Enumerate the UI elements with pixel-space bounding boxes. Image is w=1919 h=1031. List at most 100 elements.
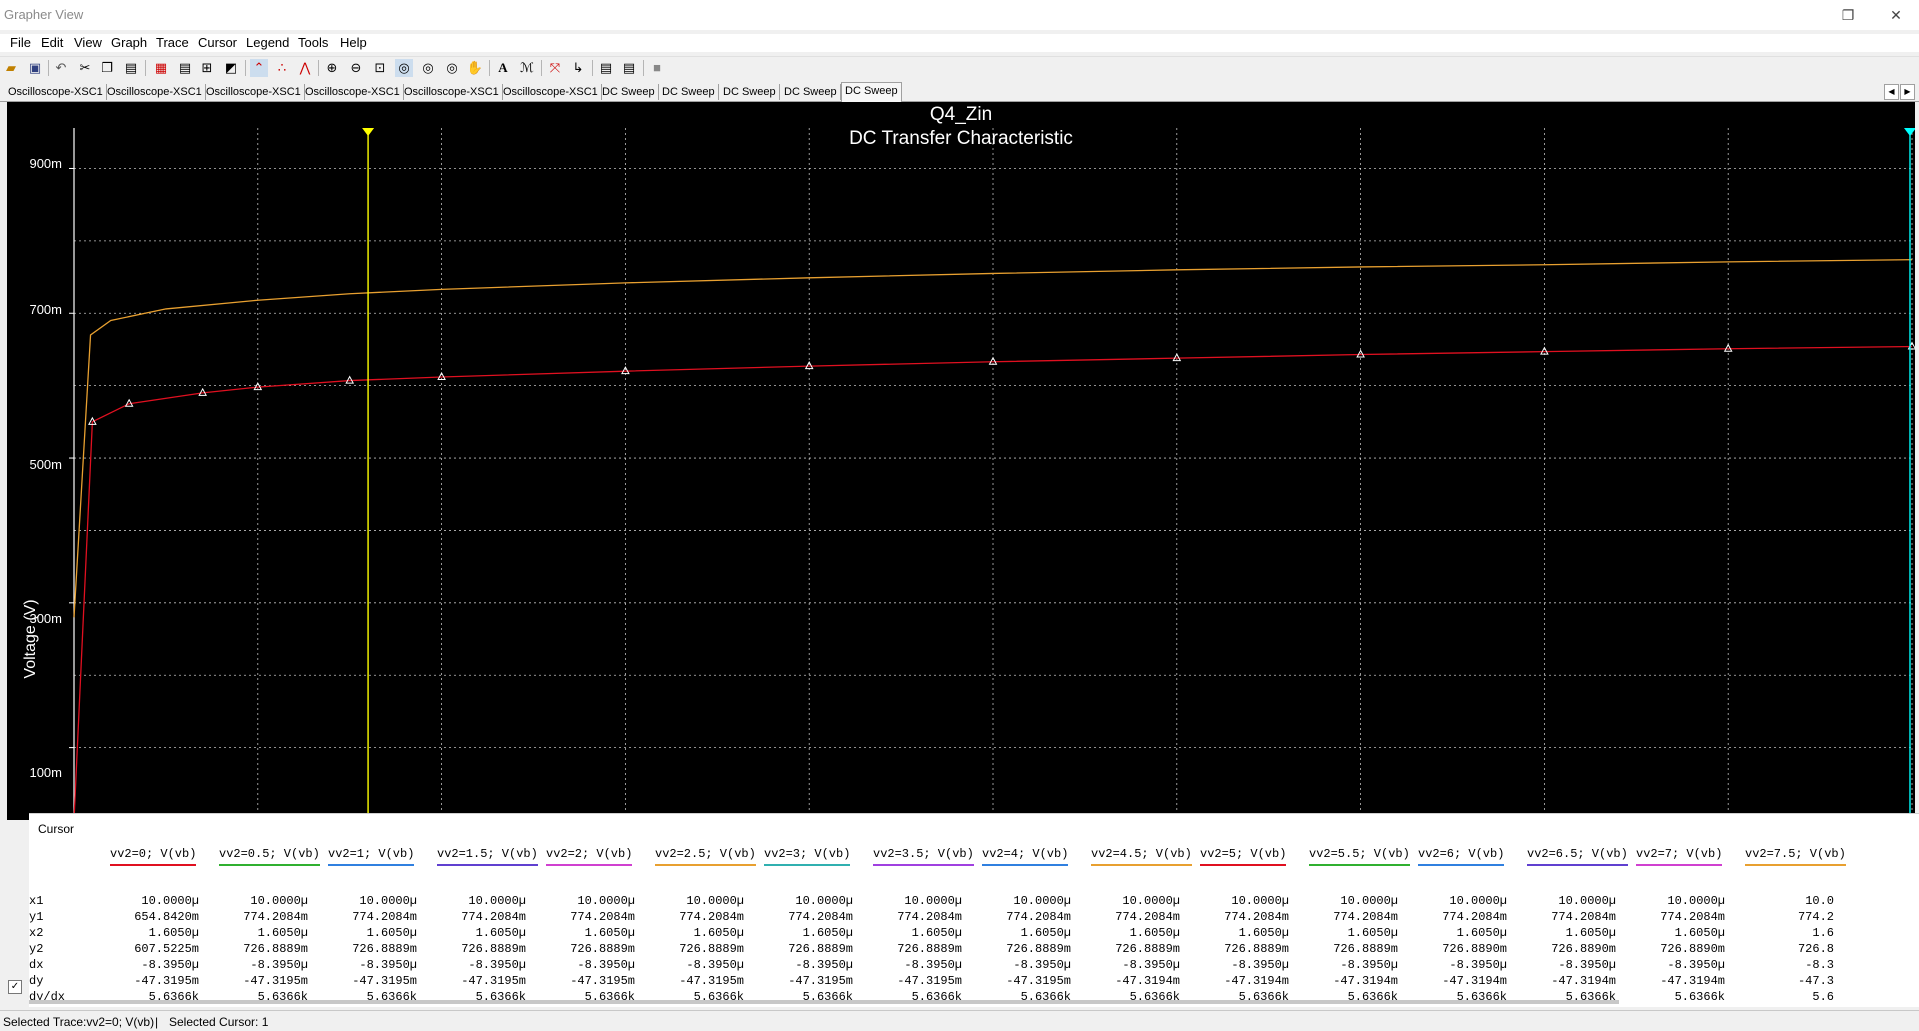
cursor-cell: 1.6050µ: [257, 926, 308, 940]
graph-area[interactable]: Q4_Zin DC Transfer Characteristic Voltag…: [7, 102, 1915, 820]
cursor-cell: 10.0000µ: [250, 894, 308, 908]
line-icon[interactable]: ⌃: [250, 59, 268, 77]
tab-dc-sweep-4[interactable]: DC Sweep: [781, 84, 841, 100]
menu-edit[interactable]: Edit: [41, 34, 63, 52]
tab-oscilloscope-1[interactable]: Oscilloscope-XSC1: [5, 84, 107, 100]
cursor-panel: Cursor x1 y1 x2 y2 dx dy dy/dx vv2=0; V(vb) 10.0…: [29, 813, 1919, 1007]
text-icon[interactable]: A: [494, 59, 512, 77]
tab-dc-sweep-3[interactable]: DC Sweep: [720, 84, 780, 100]
cursor-cell: 1.6050µ: [1020, 926, 1071, 940]
menu-cursor[interactable]: Cursor: [198, 34, 237, 52]
grid-icon[interactable]: ▦: [152, 59, 170, 77]
zoom-full-icon[interactable]: ◎: [443, 59, 461, 77]
cursor-cell: 774.2084m: [243, 910, 308, 924]
cursor-cell: 1.6050µ: [1347, 926, 1398, 940]
zoom-in-icon[interactable]: ⊕: [323, 59, 341, 77]
tab-oscilloscope-6[interactable]: Oscilloscope-XSC1: [500, 84, 602, 100]
undo-icon[interactable]: ↶: [52, 59, 70, 77]
legend-icon[interactable]: ▤: [176, 59, 194, 77]
reverse-colors-icon[interactable]: ◩: [222, 59, 240, 77]
cursor-cell: -8.3950µ: [1449, 958, 1507, 972]
dots-icon[interactable]: ∴: [273, 59, 291, 77]
cursor-column-header[interactable]: vv2=7; V(vb): [1636, 847, 1723, 866]
cursor-column-header[interactable]: vv2=2; V(vb): [546, 847, 633, 866]
cursor-cell: -47.3194m: [1115, 974, 1180, 988]
cursor-cell: 774.2084m: [1115, 910, 1180, 924]
cut-icon[interactable]: ✂: [76, 59, 94, 77]
restore-icon[interactable]: ❐: [1838, 5, 1858, 25]
tab-oscilloscope-2[interactable]: Oscilloscope-XSC1: [104, 84, 206, 100]
cursor-cell: 10.0000µ: [1667, 894, 1725, 908]
cursor-row-label: y2: [29, 942, 44, 956]
cursor-cell: -8.3950µ: [1340, 958, 1398, 972]
menu-view[interactable]: View: [74, 34, 102, 52]
dots-lines-icon[interactable]: ⋀: [296, 59, 314, 77]
tab-dc-sweep-1[interactable]: DC Sweep: [599, 84, 659, 100]
cursor-cell: 1.6050µ: [148, 926, 199, 940]
trace-checkbox[interactable]: ✓: [8, 980, 22, 994]
save-icon[interactable]: ▣: [26, 59, 44, 77]
cursor-cell: -8.3950µ: [577, 958, 635, 972]
cursor-cell: 1.6050µ: [584, 926, 635, 940]
cursor-column-header[interactable]: vv2=3.5; V(vb): [873, 847, 974, 866]
cursor-cell: 10.0000µ: [795, 894, 853, 908]
zoom-y-icon[interactable]: ◎: [419, 59, 437, 77]
menu-trace[interactable]: Trace: [156, 34, 189, 52]
close-icon[interactable]: ✕: [1886, 5, 1906, 25]
paste-icon[interactable]: ▤: [122, 59, 140, 77]
menu-legend[interactable]: Legend: [246, 34, 289, 52]
cursor-column-header[interactable]: vv2=1; V(vb): [328, 847, 415, 866]
y-tick-label: 300m: [29, 611, 62, 626]
overlay-icon[interactable]: ⤧: [546, 59, 564, 77]
cursor-column-header[interactable]: vv2=6; V(vb): [1418, 847, 1505, 866]
cursor-cell: 774.2084m: [1006, 910, 1071, 924]
stop-icon[interactable]: ■: [648, 59, 666, 77]
cursor-column-header[interactable]: vv2=2.5; V(vb): [655, 847, 756, 866]
cursor-column-header[interactable]: vv2=3; V(vb): [764, 847, 851, 866]
cursors-icon[interactable]: ⊞: [198, 59, 216, 77]
title-icon[interactable]: ℳ: [518, 59, 536, 77]
menu-file[interactable]: File: [10, 34, 31, 52]
menu-graph[interactable]: Graph: [111, 34, 147, 52]
cursor-column-header[interactable]: vv2=4.5; V(vb): [1091, 847, 1192, 866]
export-icon[interactable]: ▤: [597, 59, 615, 77]
tab-scroll-right-icon[interactable]: ▶: [1900, 84, 1915, 100]
cursor-cell: 1.6050µ: [693, 926, 744, 940]
y-tick-label: 900m: [29, 156, 62, 171]
tab-oscilloscope-5[interactable]: Oscilloscope-XSC1: [401, 84, 503, 100]
cursor-row-label: y1: [29, 910, 44, 924]
cursor-cell: -47.3195m: [134, 974, 199, 988]
export-icon[interactable]: ↳: [569, 59, 587, 77]
cursor-column-header[interactable]: vv2=4; V(vb): [982, 847, 1069, 866]
cursor-column-header[interactable]: vv2=6.5; V(vb): [1527, 847, 1628, 866]
cursor-row-label: x1: [29, 894, 44, 908]
cursor-column-header[interactable]: vv2=7.5; V(vb): [1745, 847, 1846, 866]
add-trace-icon[interactable]: ▤: [620, 59, 638, 77]
cursor-column-header[interactable]: vv2=5; V(vb): [1200, 847, 1287, 866]
horizontal-scrollbar[interactable]: [29, 1000, 1619, 1004]
cursor-cell: -8.3: [1805, 958, 1834, 972]
cursor-column-header[interactable]: vv2=0; V(vb): [110, 847, 197, 866]
menu-tools[interactable]: Tools: [298, 34, 328, 52]
cursor-cell: 726.8889m: [679, 942, 744, 956]
cursor-column-header[interactable]: vv2=1.5; V(vb): [437, 847, 538, 866]
cursor-cell: 726.8890m: [1551, 942, 1616, 956]
cursor-column-header[interactable]: vv2=5.5; V(vb): [1309, 847, 1410, 866]
cursor-cell: -8.3950µ: [795, 958, 853, 972]
tab-dc-sweep-2[interactable]: DC Sweep: [659, 84, 719, 100]
tab-oscilloscope-4[interactable]: Oscilloscope-XSC1: [302, 84, 404, 100]
tab-scroll-left-icon[interactable]: ◀: [1884, 84, 1899, 100]
menu-help[interactable]: Help: [340, 34, 367, 52]
zoom-area-icon[interactable]: ⊡: [371, 59, 389, 77]
chart-plot[interactable]: [7, 102, 1915, 820]
open-icon[interactable]: ▰: [2, 59, 20, 77]
zoom-out-icon[interactable]: ⊖: [347, 59, 365, 77]
cursor-column-header[interactable]: vv2=0.5; V(vb): [219, 847, 320, 866]
copy-icon[interactable]: ❐: [98, 59, 116, 77]
pan-icon[interactable]: ✋: [466, 59, 484, 77]
cursor-cell: -47.3195m: [243, 974, 308, 988]
tab-oscilloscope-3[interactable]: Oscilloscope-XSC1: [203, 84, 305, 100]
tab-dc-sweep-active[interactable]: DC Sweep: [841, 82, 902, 102]
zoom-x-icon[interactable]: ◎: [395, 59, 413, 77]
toolbar-separator: [318, 60, 319, 76]
